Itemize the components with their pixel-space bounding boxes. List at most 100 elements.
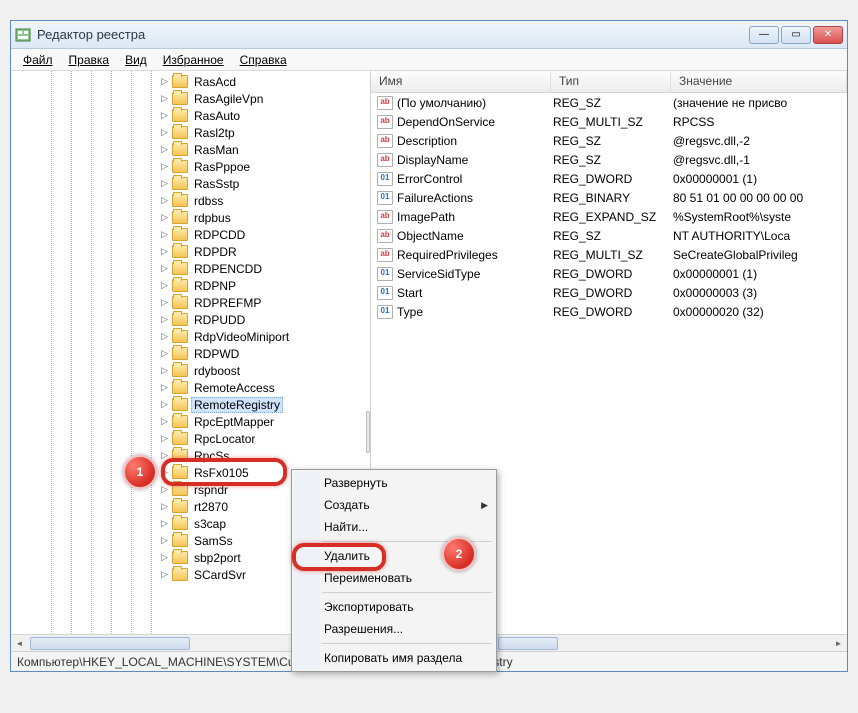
value-row[interactable]: 01ErrorControlREG_DWORD0x00000001 (1) <box>371 169 847 188</box>
tree-item[interactable]: ▷RpcSs <box>11 447 370 464</box>
expand-icon[interactable]: ▷ <box>159 399 170 410</box>
tree-item[interactable]: ▷RasAuto <box>11 107 370 124</box>
cm-new[interactable]: Создать▶ <box>294 494 494 516</box>
close-button[interactable]: ✕ <box>813 26 843 44</box>
value-name: Start <box>397 286 553 300</box>
value-row[interactable]: abImagePathREG_EXPAND_SZ%SystemRoot%\sys… <box>371 207 847 226</box>
expand-icon[interactable]: ▷ <box>159 331 170 342</box>
tree-item[interactable]: ▷rdyboost <box>11 362 370 379</box>
values-list[interactable]: ab(По умолчанию)REG_SZ(значение не присв… <box>371 93 847 321</box>
cm-permissions[interactable]: Разрешения... <box>294 618 494 640</box>
folder-icon <box>172 500 188 513</box>
expand-icon[interactable]: ▷ <box>159 229 170 240</box>
expand-icon[interactable]: ▷ <box>159 280 170 291</box>
value-data: @regsvc.dll,-2 <box>673 134 847 148</box>
values-header[interactable]: Имя Тип Значение <box>371 71 847 93</box>
expand-icon[interactable]: ▷ <box>159 263 170 274</box>
tree-item[interactable]: ▷ rdbss <box>11 192 370 209</box>
expand-icon[interactable]: ▷ <box>159 518 170 529</box>
menu-view[interactable]: Вид <box>119 51 153 69</box>
menu-edit[interactable]: Правка <box>63 51 116 69</box>
expand-icon[interactable]: ▷ <box>159 416 170 427</box>
tree-item[interactable]: ▷RDPWD <box>11 345 370 362</box>
splitter-handle[interactable] <box>366 411 370 453</box>
expand-icon[interactable]: ▷ <box>159 212 170 223</box>
expand-icon[interactable]: ▷ <box>159 246 170 257</box>
value-data: 80 51 01 00 00 00 00 00 <box>673 191 847 205</box>
expand-icon[interactable]: ▷ <box>159 382 170 393</box>
cm-copy-key[interactable]: Копировать имя раздела <box>294 647 494 669</box>
tree-item[interactable]: ▷RasMan <box>11 141 370 158</box>
value-name: Type <box>397 305 553 319</box>
value-row[interactable]: 01TypeREG_DWORD0x00000020 (32) <box>371 302 847 321</box>
expand-icon[interactable]: ▷ <box>159 552 170 563</box>
value-row[interactable]: abDisplayNameREG_SZ@regsvc.dll,-1 <box>371 150 847 169</box>
value-row[interactable]: abObjectNameREG_SZNT AUTHORITY\Loca <box>371 226 847 245</box>
expand-icon[interactable]: ▷ <box>159 297 170 308</box>
title-bar[interactable]: Редактор реестра — ▭ ✕ <box>11 21 847 49</box>
tree-item[interactable]: ▷RemoteRegistry <box>11 396 370 413</box>
scroll-right-icon[interactable]: ► <box>830 636 847 651</box>
cm-export[interactable]: Экспортировать <box>294 596 494 618</box>
menu-file[interactable]: Файл <box>17 51 59 69</box>
col-name[interactable]: Имя <box>371 71 551 92</box>
tree-item-label: rdbss <box>191 194 226 208</box>
maximize-button[interactable]: ▭ <box>781 26 811 44</box>
expand-icon[interactable]: ▷ <box>159 93 170 104</box>
value-name: ObjectName <box>397 229 553 243</box>
value-row[interactable]: abRequiredPrivilegesREG_MULTI_SZSeCreate… <box>371 245 847 264</box>
expand-icon[interactable]: ▷ <box>159 144 170 155</box>
expand-icon[interactable]: ▷ <box>159 569 170 580</box>
expand-icon[interactable]: ▷ <box>159 433 170 444</box>
tree-item[interactable]: ▷RDPUDD <box>11 311 370 328</box>
minimize-button[interactable]: — <box>749 26 779 44</box>
expand-icon[interactable]: ▷ <box>159 365 170 376</box>
menu-favourites[interactable]: Избранное <box>157 51 230 69</box>
folder-icon <box>172 466 188 479</box>
value-row[interactable]: abDescriptionREG_SZ@regsvc.dll,-2 <box>371 131 847 150</box>
folder-icon <box>172 143 188 156</box>
tree-item[interactable]: ▷RasSstp <box>11 175 370 192</box>
tree-item[interactable]: ▷RemoteAccess <box>11 379 370 396</box>
value-row[interactable]: ab(По умолчанию)REG_SZ(значение не присв… <box>371 93 847 112</box>
cm-expand[interactable]: Развернуть <box>294 472 494 494</box>
value-row[interactable]: 01FailureActionsREG_BINARY80 51 01 00 00… <box>371 188 847 207</box>
expand-icon[interactable]: ▷ <box>159 450 170 461</box>
value-row[interactable]: 01ServiceSidTypeREG_DWORD0x00000001 (1) <box>371 264 847 283</box>
tree-item[interactable]: ▷RDPDR <box>11 243 370 260</box>
expand-icon[interactable]: ▷ <box>159 535 170 546</box>
tree-item[interactable]: ▷rdpbus <box>11 209 370 226</box>
tree-item[interactable]: ▷ RasAgileVpn <box>11 90 370 107</box>
tree-item[interactable]: ▷RasPppoe <box>11 158 370 175</box>
menu-help[interactable]: Справка <box>234 51 293 69</box>
col-value[interactable]: Значение <box>671 71 847 92</box>
expand-icon[interactable]: ▷ <box>159 178 170 189</box>
value-name: RequiredPrivileges <box>397 248 553 262</box>
tree-item-label: RasAgileVpn <box>191 92 266 106</box>
expand-icon[interactable]: ▷ <box>159 467 170 478</box>
scroll-left-icon[interactable]: ◄ <box>11 636 28 651</box>
expand-icon[interactable]: ▷ <box>159 314 170 325</box>
cm-find[interactable]: Найти... <box>294 516 494 538</box>
tree-item[interactable]: ▷RdpVideoMiniport <box>11 328 370 345</box>
expand-icon[interactable]: ▷ <box>159 501 170 512</box>
expand-icon[interactable]: ▷ <box>159 127 170 138</box>
tree-item[interactable]: ▷RDPENCDD <box>11 260 370 277</box>
tree-item[interactable]: ▷RDPREFMP <box>11 294 370 311</box>
expand-icon[interactable]: ▷ <box>159 161 170 172</box>
tree-item[interactable]: ▷Rasl2tp <box>11 124 370 141</box>
value-row[interactable]: abDependOnServiceREG_MULTI_SZRPCSS <box>371 112 847 131</box>
expand-icon[interactable]: ▷ <box>159 484 170 495</box>
expand-icon[interactable]: ▷ <box>159 195 170 206</box>
expand-icon[interactable]: ▷ <box>159 348 170 359</box>
tree-item[interactable]: ▷RpcEptMapper <box>11 413 370 430</box>
tree-item[interactable]: ▷RasAcd <box>11 73 370 90</box>
cm-rename[interactable]: Переименовать <box>294 567 494 589</box>
value-row[interactable]: 01StartREG_DWORD0x00000003 (3) <box>371 283 847 302</box>
tree-item[interactable]: ▷RDPNP <box>11 277 370 294</box>
expand-icon[interactable]: ▷ <box>159 76 170 87</box>
col-type[interactable]: Тип <box>551 71 671 92</box>
expand-icon[interactable]: ▷ <box>159 110 170 121</box>
tree-item[interactable]: ▷RpcLocator <box>11 430 370 447</box>
tree-item[interactable]: ▷RDPCDD <box>11 226 370 243</box>
